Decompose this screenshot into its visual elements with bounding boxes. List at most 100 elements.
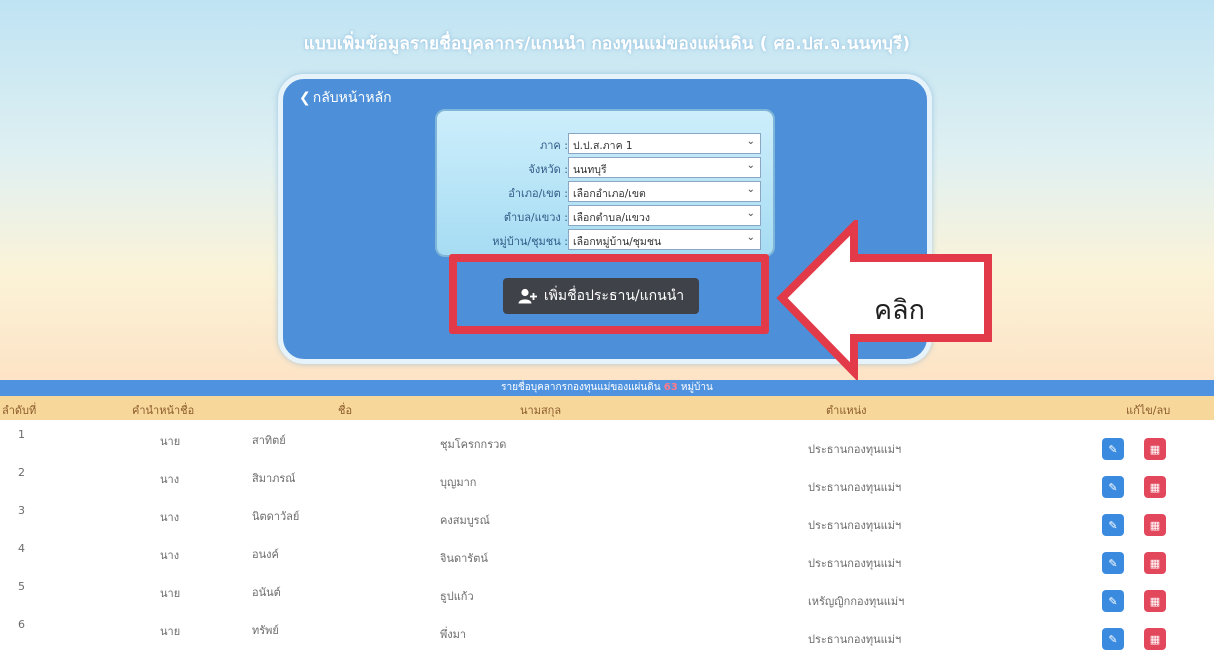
cell-last-name: จินดารัตน์ xyxy=(440,552,488,565)
cell-prefix: นาง xyxy=(160,511,180,524)
pencil-icon: ✎ xyxy=(1108,594,1118,608)
delete-button[interactable]: ▦ xyxy=(1144,628,1166,650)
table-row: 6 นาย ทรัพย์ พึ่งมา ประธานกองทุนแม่ฯ ✎ ▦ xyxy=(0,614,1214,652)
pencil-icon: ✎ xyxy=(1108,632,1118,646)
edit-button[interactable]: ✎ xyxy=(1102,514,1124,536)
caption-suffix: หมู่บ้าน xyxy=(680,382,713,393)
cell-no: 5 xyxy=(18,580,25,593)
cell-no: 3 xyxy=(18,504,25,517)
cell-last-name: พึ่งมา xyxy=(440,628,467,641)
cell-first-name: ทรัพย์ xyxy=(252,624,279,637)
cell-prefix: นาง xyxy=(160,473,180,486)
edit-button[interactable]: ✎ xyxy=(1102,438,1124,460)
trash-icon: ▦ xyxy=(1149,442,1161,456)
cell-first-name: อนงค์ xyxy=(252,548,279,561)
cell-position: ประธานกองทุนแม่ฯ xyxy=(808,519,902,532)
region-select[interactable]: ป.ป.ส.ภาค 1 ⌄ xyxy=(568,133,761,154)
cell-prefix: นาย xyxy=(160,625,181,638)
chevron-left-icon: ❮ xyxy=(299,90,311,106)
header-prefix: คำนำหน้าชื่อ xyxy=(132,404,195,417)
village-count: 63 xyxy=(663,382,678,393)
header-position: ตำแหน่ง xyxy=(826,404,867,417)
delete-button[interactable]: ▦ xyxy=(1144,476,1166,498)
chevron-down-icon: ⌄ xyxy=(746,136,755,147)
table-row: 4 นาง อนงค์ จินดารัตน์ ประธานกองทุนแม่ฯ … xyxy=(0,538,1214,576)
filter-box: ภาค : ป.ป.ส.ภาค 1 ⌄ จังหวัด : นนทบุรี ⌄ อำ… xyxy=(435,109,775,257)
delete-button[interactable]: ▦ xyxy=(1144,552,1166,574)
caption-prefix: รายชื่อบุคลากรกองทุนแม่ของแผ่นดิน xyxy=(501,382,661,393)
cell-first-name: สาทิตย์ xyxy=(252,434,286,447)
filter-label: อำเภอ/เขต : xyxy=(508,187,568,200)
village-select[interactable]: เลือกหมู่บ้าน/ชุมชน ⌄ xyxy=(568,229,761,250)
cell-no: 1 xyxy=(18,428,25,441)
cell-prefix: นาย xyxy=(160,435,181,448)
header-no: ลำดับที่ xyxy=(2,404,37,417)
subdistrict-select[interactable]: เลือกตำบล/แขวง ⌄ xyxy=(568,205,761,226)
chevron-down-icon: ⌄ xyxy=(746,232,755,243)
cell-prefix: นาง xyxy=(160,549,180,562)
province-select[interactable]: นนทบุรี ⌄ xyxy=(568,157,761,178)
filter-row-village: หมู่บ้าน/ชุมชน : เลือกหมู่บ้าน/ชุมชน ⌄ xyxy=(437,229,773,251)
back-link[interactable]: ❮ กลับหน้าหลัก xyxy=(299,87,392,109)
trash-icon: ▦ xyxy=(1149,480,1161,494)
cell-first-name: อนันต์ xyxy=(252,586,281,599)
district-select[interactable]: เลือกอำเภอ/เขต ⌄ xyxy=(568,181,761,202)
cell-no: 4 xyxy=(18,542,25,555)
trash-icon: ▦ xyxy=(1149,594,1161,608)
pencil-icon: ✎ xyxy=(1108,442,1118,456)
cell-first-name: นิตดาวัลย์ xyxy=(252,510,300,523)
edit-button[interactable]: ✎ xyxy=(1102,628,1124,650)
delete-button[interactable]: ▦ xyxy=(1144,438,1166,460)
table-row: 1 นาย สาทิตย์ ชุมโครกกรวด ประธานกองทุนแม… xyxy=(0,424,1214,462)
pencil-icon: ✎ xyxy=(1108,518,1118,532)
trash-icon: ▦ xyxy=(1149,632,1161,646)
table-row: 3 นาง นิตดาวัลย์ คงสมบูรณ์ ประธานกองทุนแ… xyxy=(0,500,1214,538)
chevron-down-icon: ⌄ xyxy=(746,184,755,195)
cell-last-name: ชุมโครกกรวด xyxy=(440,438,507,451)
filter-label: จังหวัด : xyxy=(528,163,568,176)
cell-no: 6 xyxy=(18,618,25,631)
pencil-icon: ✎ xyxy=(1108,480,1118,494)
delete-button[interactable]: ▦ xyxy=(1144,514,1166,536)
header-first-name: ชื่อ xyxy=(338,404,353,417)
cell-position: ประธานกองทุนแม่ฯ xyxy=(808,443,902,456)
edit-button[interactable]: ✎ xyxy=(1102,552,1124,574)
cell-last-name: ธูปแก้ว xyxy=(440,590,474,603)
table-caption: รายชื่อบุคลากรกองทุนแม่ของแผ่นดิน 63 หมู… xyxy=(0,380,1214,396)
trash-icon: ▦ xyxy=(1149,556,1161,570)
filter-label: ตำบล/แขวง : xyxy=(503,211,568,224)
pencil-icon: ✎ xyxy=(1108,556,1118,570)
filter-label: หมู่บ้าน/ชุมชน : xyxy=(492,235,568,248)
chevron-down-icon: ⌄ xyxy=(746,208,755,219)
cell-last-name: บุญมาก xyxy=(440,476,477,489)
table-row: 2 นาง สิมาภรณ์ บุญมาก ประธานกองทุนแม่ฯ ✎… xyxy=(0,462,1214,500)
filter-row-district: อำเภอ/เขต : เลือกอำเภอ/เขต ⌄ xyxy=(437,181,773,203)
cell-no: 2 xyxy=(18,466,25,479)
cell-position: ประธานกองทุนแม่ฯ xyxy=(808,481,902,494)
filter-row-subdistrict: ตำบล/แขวง : เลือกตำบล/แขวง ⌄ xyxy=(437,205,773,227)
filter-row-region: ภาค : ป.ป.ส.ภาค 1 ⌄ xyxy=(437,133,773,155)
callout-text: คลิก xyxy=(874,295,925,326)
cell-first-name: สิมาภรณ์ xyxy=(252,472,296,485)
cell-position: ประธานกองทุนแม่ฯ xyxy=(808,557,902,570)
back-link-label: กลับหน้าหลัก xyxy=(312,90,392,106)
edit-button[interactable]: ✎ xyxy=(1102,590,1124,612)
chevron-down-icon: ⌄ xyxy=(746,160,755,171)
table-header: ลำดับที่ คำนำหน้าชื่อ ชื่อ นามสกุล ตำแหน… xyxy=(0,396,1214,420)
edit-button[interactable]: ✎ xyxy=(1102,476,1124,498)
filter-label: ภาค : xyxy=(540,139,568,152)
header-actions: แก้ไข/ลบ xyxy=(1126,404,1171,417)
trash-icon: ▦ xyxy=(1149,518,1161,532)
cell-prefix: นาย xyxy=(160,587,181,600)
table-row: 5 นาย อนันต์ ธูปแก้ว เหรัญญิกกองทุนแม่ฯ … xyxy=(0,576,1214,614)
cell-position: ประธานกองทุนแม่ฯ xyxy=(808,633,902,646)
header-last-name: นามสกุล xyxy=(520,404,562,417)
cell-last-name: คงสมบูรณ์ xyxy=(440,514,490,527)
delete-button[interactable]: ▦ xyxy=(1144,590,1166,612)
user-plus-icon xyxy=(518,288,537,304)
cell-position: เหรัญญิกกองทุนแม่ฯ xyxy=(808,595,905,608)
page-title: แบบเพิ่มข้อมูลรายชื่อบุคลากร/แกนนำ กองทุ… xyxy=(303,34,911,54)
add-leader-label: เพิ่มชื่อประธาน/แกนนำ xyxy=(543,288,685,304)
add-leader-button[interactable]: เพิ่มชื่อประธาน/แกนนำ xyxy=(503,278,699,314)
filter-row-province: จังหวัด : นนทบุรี ⌄ xyxy=(437,157,773,179)
